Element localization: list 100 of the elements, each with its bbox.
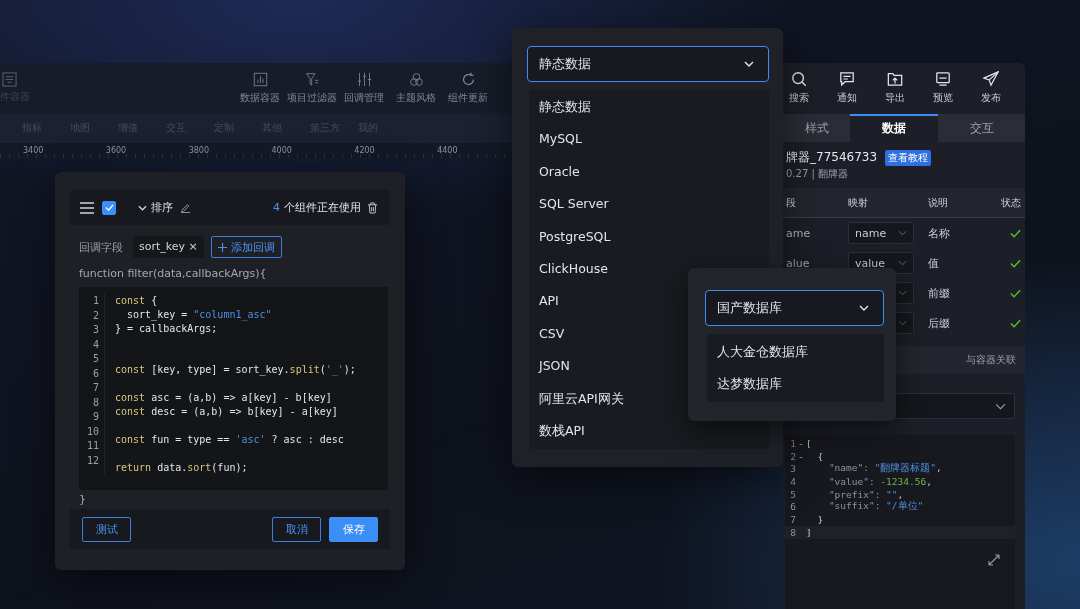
toolbar-label: 搜索 bbox=[789, 91, 809, 105]
toolbar-label: 回调管理 bbox=[344, 90, 384, 105]
toolbar-label: 预览 bbox=[933, 91, 953, 105]
line-number: 8 bbox=[789, 526, 796, 538]
field-label: 回调字段 bbox=[78, 239, 124, 255]
circles-icon[interactable] bbox=[408, 71, 424, 87]
toolbar-label: 数据容器 bbox=[240, 90, 280, 105]
cancel-button[interactable]: 取消 bbox=[272, 516, 321, 542]
tutorial-badge[interactable]: 查看教程 bbox=[885, 149, 932, 166]
expand-icon[interactable] bbox=[988, 554, 1000, 566]
tab[interactable]: 样式 bbox=[783, 114, 850, 142]
field-name: alue bbox=[786, 256, 810, 270]
ruler-label: 4000 bbox=[271, 146, 293, 155]
code-line: const fun = type == 'asc' ? asc : desc bbox=[115, 432, 345, 447]
code-line: return data.sort(fun); bbox=[115, 460, 249, 475]
callback-title: 排序 bbox=[151, 200, 173, 215]
test-button[interactable]: 测试 bbox=[82, 516, 131, 542]
usage-text: 个组件正在使用 bbox=[284, 200, 361, 215]
toolbar-label: 导出 bbox=[885, 91, 905, 105]
line-number: 8 bbox=[92, 395, 99, 410]
database-select[interactable]: 国产数据库 bbox=[705, 290, 884, 326]
dropdown-option[interactable]: 达梦数据库 bbox=[707, 368, 884, 400]
chevron-icon bbox=[898, 290, 907, 296]
checkbox[interactable] bbox=[102, 200, 116, 215]
toolbar-label: 组件更新 bbox=[448, 90, 488, 105]
line-number: 7 bbox=[789, 513, 796, 525]
code-line: { bbox=[816, 450, 824, 462]
code-line: "suffix": "/单位" bbox=[827, 500, 924, 514]
edit-icon[interactable] bbox=[180, 202, 191, 213]
code-line: const asc = (a,b) => a[key] - b[key] bbox=[115, 391, 333, 406]
add-callback-button[interactable]: 添加回调 bbox=[210, 236, 282, 258]
json-editor[interactable]: 1-[ 2- { 3 "name": "翻牌器标题", 4 "value": -1234.56, 5 "prefix": "", 6 "suffix": "/单位" 7 } 8 ] bbox=[785, 435, 1015, 609]
code-line: ] bbox=[806, 526, 812, 538]
toolbar-label: 项目过滤器 bbox=[287, 90, 337, 105]
message-icon[interactable] bbox=[839, 71, 855, 87]
field-name: ame bbox=[786, 226, 811, 240]
code-line: "prefix": "", bbox=[827, 488, 904, 500]
dropdown-option[interactable]: SQL Server bbox=[529, 188, 769, 221]
plus-icon bbox=[217, 242, 227, 252]
function-signature: function filter(data,callbackArgs){ bbox=[78, 267, 268, 280]
dropdown-option[interactable]: 人大金仓数据库 bbox=[707, 336, 884, 368]
line-number: 11 bbox=[86, 439, 99, 453]
filter-icon[interactable] bbox=[304, 71, 320, 87]
dropdown-option[interactable]: 静态数据 bbox=[529, 91, 769, 124]
code-line: "name": "翻牌器标题", bbox=[827, 462, 942, 476]
code-line: const { bbox=[115, 294, 159, 308]
fold-marker[interactable]: - bbox=[796, 436, 806, 450]
ruler-label: 3600 bbox=[105, 146, 128, 155]
toolbar-label: 主题风格 bbox=[396, 90, 436, 105]
line-number: 10 bbox=[86, 424, 99, 439]
code-line: const desc = (a,b) => b[key] - a[key] bbox=[115, 405, 339, 420]
send-icon[interactable] bbox=[983, 71, 999, 87]
monitor-icon[interactable] bbox=[935, 71, 951, 87]
line-number: 9 bbox=[92, 410, 99, 424]
line-number: 6 bbox=[789, 501, 796, 513]
delete-icon[interactable] bbox=[367, 201, 378, 214]
source-select[interactable]: 静态数据 bbox=[527, 46, 769, 82]
line-number: 4 bbox=[789, 475, 796, 487]
line-number: 1 bbox=[789, 437, 796, 449]
chevron-icon[interactable] bbox=[138, 204, 147, 211]
usage-count: 4 bbox=[273, 201, 280, 214]
search-icon[interactable] bbox=[791, 71, 807, 87]
dropdown-option[interactable]: 数栈API bbox=[529, 414, 769, 448]
mapping-select[interactable]: name bbox=[848, 222, 914, 244]
menu-icon[interactable] bbox=[80, 201, 94, 214]
chart-icon[interactable] bbox=[252, 71, 268, 87]
code-line: } = callbackArgs; bbox=[115, 321, 219, 336]
field-description: 后缀 bbox=[928, 315, 951, 331]
line-number: 12 bbox=[86, 453, 99, 468]
chevron-icon bbox=[859, 305, 869, 311]
version-text: 0.27 | 翻牌器 bbox=[785, 167, 849, 181]
ruler-label: 4400 bbox=[437, 146, 459, 155]
line-number: 5 bbox=[789, 488, 796, 500]
line-number: 2 bbox=[789, 450, 796, 462]
tab[interactable]: 交互 bbox=[938, 114, 1025, 142]
column-header: 状态 bbox=[1001, 195, 1021, 210]
toolbar-label: 通知 bbox=[837, 91, 857, 105]
sliders-icon[interactable] bbox=[356, 71, 372, 87]
ruler-label: 3800 bbox=[188, 146, 210, 155]
line-number: 6 bbox=[92, 366, 99, 381]
toolbar-label: 发布 bbox=[981, 91, 1001, 105]
code-text: } bbox=[78, 493, 87, 506]
line-number: 5 bbox=[92, 352, 99, 366]
line-number: 2 bbox=[92, 308, 99, 323]
code-line: "value": -1234.56, bbox=[827, 475, 932, 487]
container-link[interactable]: 与容器关联 bbox=[966, 353, 1016, 367]
dropdown-option[interactable]: PostgreSQL bbox=[529, 220, 769, 253]
container-icon[interactable] bbox=[2, 72, 17, 87]
line-number: 4 bbox=[92, 337, 99, 352]
chevron-icon bbox=[898, 230, 907, 236]
ruler-label: 3400 bbox=[23, 146, 45, 155]
component-name: 牌器_77546733 bbox=[786, 149, 878, 166]
code-line: [ bbox=[806, 437, 812, 449]
fold-marker[interactable]: - bbox=[796, 449, 806, 463]
dropdown-option[interactable]: Oracle bbox=[529, 155, 769, 189]
export-icon[interactable] bbox=[887, 71, 903, 87]
refresh-icon[interactable] bbox=[460, 71, 476, 87]
dropdown-option[interactable]: MySQL bbox=[529, 123, 769, 156]
chevron-icon bbox=[898, 260, 907, 266]
field-tag[interactable]: sort_key × bbox=[133, 236, 204, 258]
